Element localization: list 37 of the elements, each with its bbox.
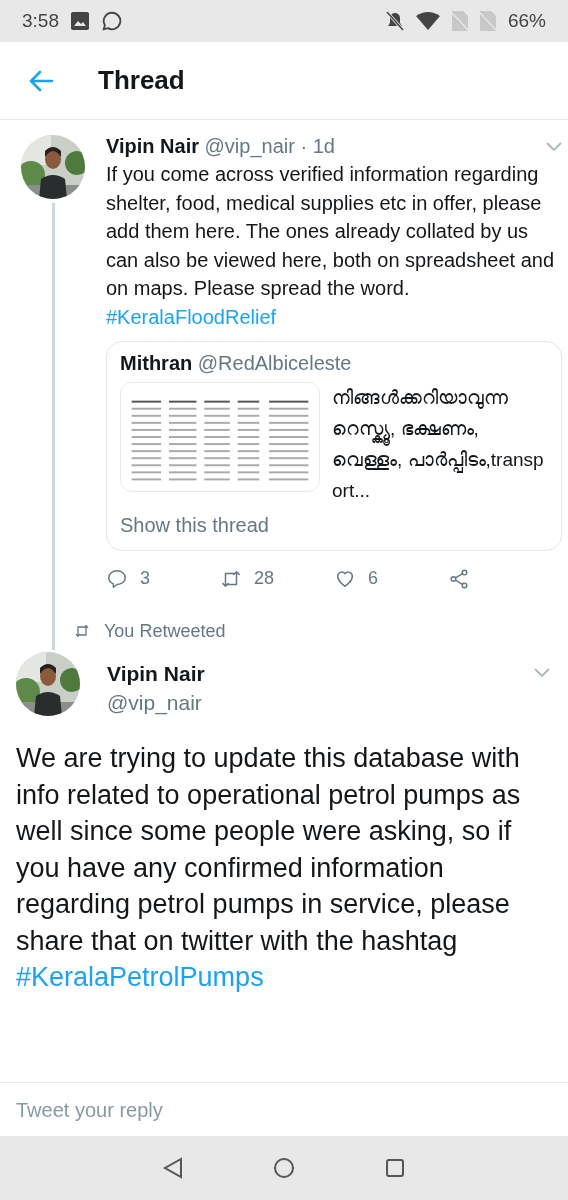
chat-bubble-icon: [101, 10, 123, 32]
author-handle: @vip_nair: [204, 135, 295, 157]
no-sim-icon: [451, 11, 468, 31]
hashtag-link[interactable]: #KeralaPetrolPumps: [16, 962, 264, 992]
status-time: 3:58: [22, 8, 59, 33]
page-title: Thread: [98, 64, 185, 97]
tweet-text: We are trying to update this database with info related to operational petrol pumps as well since some people were asking, so if you have any confirmed information regarding petrol pumps in service, please share that on twitter with the hashtag #KeralaPetrolPumps: [15, 742, 522, 994]
author-handle: @RedAlbiceleste: [197, 352, 352, 374]
author-handle: @vip_nair: [107, 690, 203, 717]
battery-level: 66%: [507, 8, 546, 33]
retweet-context: You Retweeted: [104, 619, 226, 643]
retweet-icon: [74, 623, 90, 639]
quoted-text: നിങ്ങൾക്കറിയാവുന്ന റെസ്ക്യൂ, ഭക്ഷണം,വെള്ളം, പാർപ്പിടം,transport...: [332, 386, 545, 503]
share-icon: [448, 567, 470, 590]
speech-bubble-icon: [106, 567, 128, 590]
back-triangle-icon[interactable]: [163, 1157, 183, 1179]
muted-bell-icon: [385, 11, 404, 31]
retweet-button[interactable]: 28: [220, 565, 334, 592]
wifi-icon: [415, 12, 440, 30]
tweet-text: If you come across verified information regarding shelter, food, medical supplies etc in offer, please add them here. The ones already collated by us can also be viewed here, both on spreadsheet and on maps. Please spread the word. #KeralaFloodRelief: [106, 162, 556, 330]
image-icon: [71, 12, 89, 30]
reply-button[interactable]: 3: [106, 565, 220, 592]
like-button[interactable]: 6: [334, 565, 448, 592]
author-name: Mithran: [120, 352, 193, 374]
no-sim-icon: [479, 11, 496, 31]
author-name: Vipin Nair: [106, 135, 199, 157]
back-arrow-icon: [28, 68, 54, 93]
quoted-tweet-card[interactable]: Mithran @RedAlbiceleste നിങ്ങൾക്കറിയാവുന്ന റെസ്ക്യൂ, ഭക്ഷണം,വെള്ളം, പാർപ്പിടം,transport... Show this thread: [106, 341, 562, 551]
tweet-time: · 1d: [300, 135, 335, 157]
chevron-down-icon[interactable]: [534, 668, 550, 678]
author-name: Vipin Nair: [107, 661, 206, 687]
reply-field[interactable]: Tweet your reply: [16, 1094, 552, 1125]
chevron-down-icon[interactable]: [546, 142, 562, 152]
hashtag-link[interactable]: #KeralaFloodRelief: [106, 305, 277, 328]
recents-square-icon[interactable]: [385, 1158, 405, 1178]
show-thread-link[interactable]: Show this thread: [120, 510, 548, 540]
home-circle-icon[interactable]: [273, 1157, 295, 1179]
